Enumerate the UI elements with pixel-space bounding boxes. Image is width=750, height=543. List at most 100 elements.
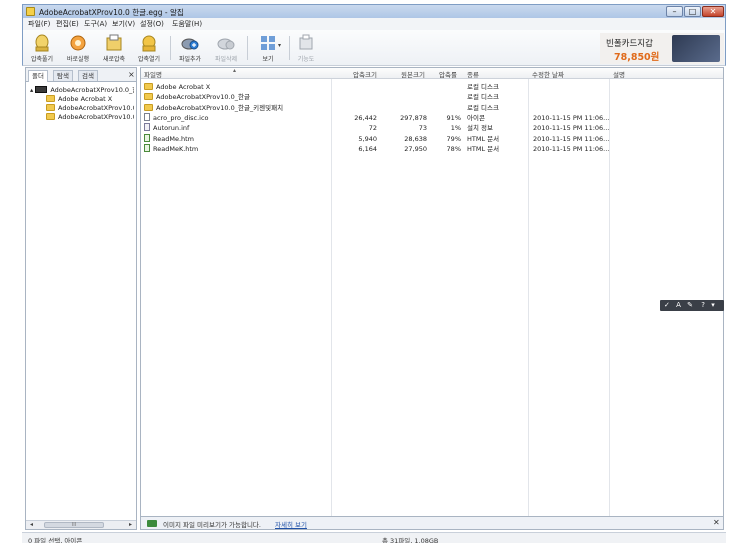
selection-status: 0 파일 선택, 아이콘 [28,537,83,543]
folder-icon [46,113,55,120]
file-icon [144,133,150,142]
new-archive-icon [106,34,122,51]
col-packed[interactable]: 압축크기 [353,69,377,79]
table-row[interactable]: AdobeAcrobatXProv10.0_한글_키젠및패치 로컬 디스크 [141,103,723,113]
title-bar: AdobeAcrobatXProv10.0 한글.egg - 알집 – □ ✕ [22,4,726,18]
extract-button[interactable]: 압축풀기 [25,32,59,64]
ad-banner[interactable]: 빈폴카드지갑 78,850원 [600,33,724,64]
run-icon [70,35,86,51]
menu-settings[interactable]: 설정(O) [140,19,164,29]
menu-file[interactable]: 파일(F) [28,19,50,29]
add-file-button[interactable]: 파일추가 [173,32,207,64]
file-icon [144,143,150,152]
details-link[interactable]: 자세히 보기 [275,519,307,529]
cell-ratio: 78% [446,144,461,153]
tree-item[interactable]: Adobe Acrobat X [30,95,134,104]
extract-icon [35,34,49,52]
folder-icon [144,83,153,90]
table-row[interactable]: Adobe Acrobat X 로컬 디스크 [141,82,723,92]
toolbar-separator [170,36,171,60]
scroll-left-icon[interactable]: ◂ [27,521,36,529]
pen-icon[interactable]: ✎ [687,301,693,309]
cell-type: 아이콘 [467,113,485,122]
open-archive-label: 압축열기 [137,56,161,63]
file-list: 파일명 ▴ 압축크기 원본크기 압축률 종류 수정한 날짜 설명 Adobe A… [140,67,724,517]
run-button[interactable]: 바로실행 [61,32,95,64]
table-row[interactable]: Autorun.inf 72 73 1% 설치 정보 2010-11-15 PM 11:0… [141,123,723,133]
help-icon[interactable]: ? [701,301,705,309]
add-file-label: 파일추가 [178,56,202,63]
close-pane-icon[interactable]: × [128,70,135,79]
col-date[interactable]: 수정한 날짜 [532,69,564,79]
menu-edit[interactable]: 편집(E) [56,19,79,29]
folder-tree: ▴ AdobeAcrobatXProv10.0_한글 Adobe Acrobat… [30,86,134,122]
archive-icon [35,86,48,93]
cell-name: AdobeAcrobatXProv10.0_한글_키젠및패치 [144,103,283,113]
tree-item[interactable]: AdobeAcrobatXProv10.0_ [30,113,134,122]
cell-type: 로컬 디스크 [467,83,499,91]
table-row[interactable]: ReadMe.htm 5,940 28,638 79% HTML 문서 2010-11-1… [141,133,723,144]
col-desc[interactable]: 설명 [613,69,625,79]
pane-tabs: 폴더 탐색 검색 × [26,68,136,82]
cell-type: HTML 문서 [467,134,500,143]
cell-date: 2010-11-15 PM 11:06... [533,113,610,122]
table-row[interactable]: AdobeAcrobatXProv10.0_한글 로컬 디스크 [141,92,723,102]
floating-toolbar[interactable]: ✓ A ✎ ? ▾ [660,300,724,311]
chevron-down-icon[interactable]: ▾ [711,301,715,309]
cell-size: 27,950 [404,144,427,153]
preview-info-bar: 이미지 파일 미리보기가 가능합니다. 자세히 보기 ✕ [140,517,724,530]
image-icon [147,520,157,527]
folder-icon [144,103,153,111]
close-info-icon[interactable]: ✕ [713,518,720,527]
scroll-right-icon[interactable]: ▸ [126,521,135,529]
ad-price: 78,850원 [614,52,660,63]
menu-tools[interactable]: 도구(A) [84,19,107,29]
tab-folders[interactable]: 폴더 [28,70,48,82]
cell-type: 로컬 디스크 [467,93,499,102]
toolbar-separator [247,36,248,60]
col-type[interactable]: 종류 [467,69,479,79]
file-icon [144,112,150,121]
cell-packed: 26,442 [354,113,377,122]
cell-size: 297,878 [400,113,427,122]
view-label: 보기 [262,56,274,63]
check-icon[interactable]: ✓ [664,301,670,309]
list-header: 파일명 ▴ 압축크기 원본크기 압축률 종류 수정한 날짜 설명 [141,67,723,79]
col-size[interactable]: 원본크기 [401,69,425,79]
delete-file-icon [217,38,235,50]
maximize-button[interactable]: □ [684,6,701,17]
table-row[interactable]: ReadMeK.htm 6,164 27,950 78% HTML 문서 2010-11-… [141,143,723,154]
open-archive-button[interactable]: 압축열기 [132,32,166,64]
minimize-button[interactable]: – [666,6,683,17]
col-ratio[interactable]: 압축률 [439,69,457,79]
cell-name: AdobeAcrobatXProv10.0_한글 [144,92,250,102]
chevron-down-icon[interactable]: ▾ [278,42,281,49]
table-row[interactable]: acro_pro_disc.ico 26,442 297,878 91% 아이콘 2010… [141,112,723,123]
font-icon[interactable]: A [676,301,681,309]
cell-size: 73 [418,124,427,133]
view-icon [261,36,275,50]
col-name[interactable]: 파일명 [144,69,162,79]
cell-packed: 72 [368,124,377,133]
new-archive-button[interactable]: 새로압축 [97,32,131,64]
scroll-thumb[interactable]: III [44,522,104,528]
delete-file-button[interactable]: 파일삭제 [209,32,243,64]
run-label: 바로실행 [66,56,90,63]
folder-icon [144,93,153,101]
menu-view[interactable]: 보기(V) [112,19,135,29]
tree-item-root[interactable]: ▴ AdobeAcrobatXProv10.0_한글 [30,86,134,95]
folder-icon [46,95,55,102]
close-button[interactable]: ✕ [702,6,724,17]
tree-item[interactable]: AdobeAcrobatXProv10.0_ [30,104,134,113]
menu-help[interactable]: 도움말(H) [172,19,202,29]
folder-icon [46,104,55,111]
cell-packed: 5,940 [358,134,377,143]
horizontal-scrollbar[interactable]: ◂ III ▸ [26,520,136,529]
tab-explore[interactable]: 탐색 [53,70,73,81]
menu-bar: 파일(F) 편집(E) 도구(A) 보기(V) 설정(O) 도움말(H) [22,18,726,30]
folder-tree-pane: 폴더 탐색 검색 × ▴ AdobeAcrobatXProv10.0_한글 Ad… [25,67,137,530]
tab-search[interactable]: 검색 [78,70,98,81]
total-status: 총 31파일, 1.08GB [382,537,439,543]
cell-type: HTML 문서 [467,144,500,153]
tools-button[interactable]: 기능도 [289,32,323,64]
